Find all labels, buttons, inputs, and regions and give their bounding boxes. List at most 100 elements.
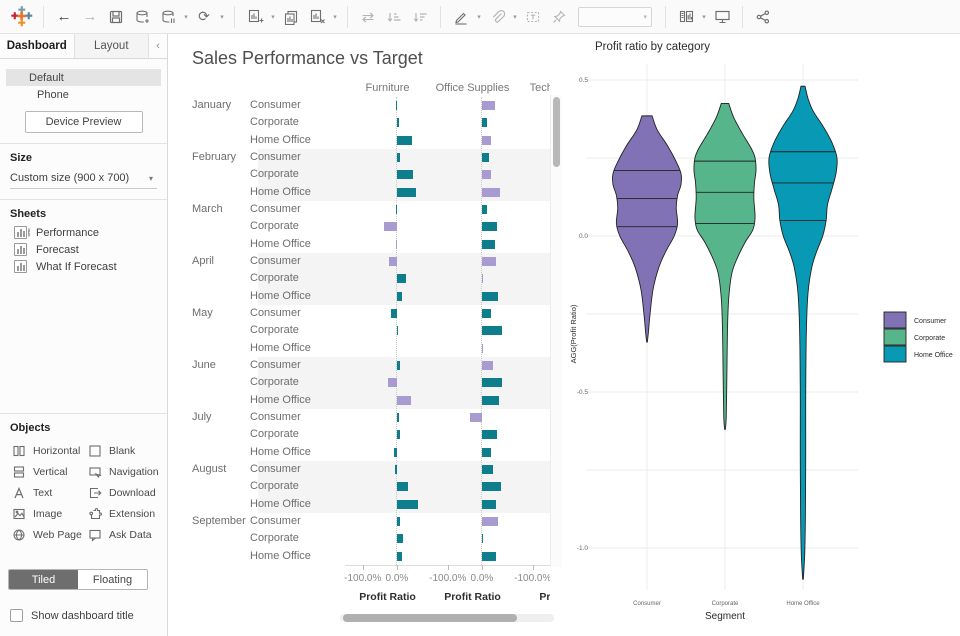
profit-ratio-bar[interactable] <box>396 240 397 249</box>
tiled-button[interactable]: Tiled <box>9 570 78 589</box>
legend-swatch-consumer[interactable] <box>884 312 906 328</box>
object-blank[interactable]: Blank <box>88 442 170 459</box>
profit-ratio-bar[interactable] <box>397 482 409 491</box>
violin-home-office[interactable] <box>769 86 837 579</box>
group-members-caret[interactable]: ▾ <box>510 13 520 21</box>
run-update-caret[interactable]: ▾ <box>217 13 227 21</box>
back-icon[interactable]: ← <box>51 5 77 29</box>
show-hide-cards-caret[interactable]: ▾ <box>699 13 709 21</box>
vertical-scrollbar[interactable] <box>550 95 562 567</box>
profit-ratio-bar[interactable] <box>396 205 397 214</box>
profit-ratio-bar[interactable] <box>482 396 499 405</box>
profit-ratio-bar[interactable] <box>384 222 397 231</box>
sort-descending-icon[interactable] <box>407 5 433 29</box>
profit-ratio-bar[interactable] <box>482 257 496 266</box>
profit-ratio-bar[interactable] <box>396 101 397 110</box>
pause-auto-updates-caret[interactable]: ▾ <box>181 13 191 21</box>
sheet-item-forecast[interactable]: Forecast <box>0 241 167 258</box>
tab-layout[interactable]: Layout <box>75 34 150 58</box>
new-worksheet-icon[interactable] <box>242 5 268 29</box>
run-update-icon[interactable]: ⟳ <box>191 5 217 29</box>
profit-ratio-bar[interactable] <box>397 274 406 283</box>
profit-ratio-bar[interactable] <box>397 153 400 162</box>
device-item-phone[interactable]: Phone <box>6 86 161 103</box>
profit-ratio-bar[interactable] <box>482 222 497 231</box>
profit-ratio-bar[interactable] <box>397 326 398 335</box>
clear-sheet-icon[interactable] <box>304 5 330 29</box>
highlight-icon[interactable] <box>448 5 474 29</box>
profit-ratio-bar[interactable] <box>482 344 483 353</box>
legend-swatch-corporate[interactable] <box>884 329 906 345</box>
profit-ratio-bar[interactable] <box>391 309 397 318</box>
fit-selector[interactable]: ▾ <box>578 7 652 27</box>
profit-ratio-bar[interactable] <box>397 500 418 509</box>
profit-ratio-bar[interactable] <box>482 361 494 370</box>
profit-ratio-bar[interactable] <box>482 326 502 335</box>
profit-ratio-bar[interactable] <box>397 361 400 370</box>
duplicate-sheet-icon[interactable] <box>278 5 304 29</box>
profit-ratio-bar[interactable] <box>482 274 483 283</box>
fix-axes-icon[interactable] <box>546 5 572 29</box>
horizontal-scrollbar-thumb[interactable] <box>343 614 517 622</box>
group-members-icon[interactable] <box>484 5 510 29</box>
profit-ratio-bar[interactable] <box>482 292 498 301</box>
profit-ratio-bar[interactable] <box>482 188 500 197</box>
profit-ratio-bar[interactable] <box>482 153 490 162</box>
profit-ratio-bar[interactable] <box>482 552 496 561</box>
horizontal-scrollbar[interactable] <box>340 614 554 622</box>
object-web-page[interactable]: Web Page <box>12 526 88 543</box>
sheet-item-performance[interactable]: ✓ Performance <box>0 224 167 241</box>
collapse-pane-icon[interactable]: ‹ <box>149 34 167 58</box>
profit-ratio-bar[interactable] <box>482 101 495 110</box>
violin-corporate[interactable] <box>694 103 756 429</box>
forward-icon[interactable]: → <box>77 5 103 29</box>
profit-ratio-bar[interactable] <box>397 534 403 543</box>
object-navigation[interactable]: Navigation <box>88 463 170 480</box>
highlight-caret[interactable]: ▾ <box>474 13 484 21</box>
floating-button[interactable]: Floating <box>78 570 147 589</box>
violin-consumer[interactable] <box>612 116 681 342</box>
swap-rows-columns-icon[interactable]: ⇄ <box>355 5 381 29</box>
size-select[interactable]: Custom size (900 x 700) ▾ <box>10 170 157 189</box>
profit-ratio-bar[interactable] <box>482 309 492 318</box>
profit-ratio-bar[interactable] <box>482 482 501 491</box>
profit-ratio-bar[interactable] <box>388 378 397 387</box>
show-mark-labels-icon[interactable] <box>520 5 546 29</box>
device-preview-button[interactable]: Device Preview <box>25 111 143 133</box>
profit-ratio-bar[interactable] <box>482 534 483 543</box>
profit-ratio-bar[interactable] <box>397 552 402 561</box>
show-hide-cards-icon[interactable] <box>673 5 699 29</box>
new-data-source-icon[interactable] <box>129 5 155 29</box>
legend-swatch-home-office[interactable] <box>884 346 906 362</box>
profit-ratio-bar[interactable] <box>394 448 397 457</box>
save-icon[interactable] <box>103 5 129 29</box>
profit-ratio-bar[interactable] <box>397 188 416 197</box>
profit-ratio-bar[interactable] <box>482 465 493 474</box>
pause-auto-updates-icon[interactable] <box>155 5 181 29</box>
object-horizontal[interactable]: Horizontal <box>12 442 88 459</box>
profit-ratio-bar[interactable] <box>470 413 482 422</box>
profit-ratio-bar[interactable] <box>482 136 491 145</box>
show-dashboard-title-checkbox[interactable] <box>10 609 23 622</box>
profit-ratio-bar[interactable] <box>395 465 397 474</box>
tableau-logo-icon[interactable]: ✚ ✚ ✚ ✚ ✚ <box>10 6 32 28</box>
profit-ratio-bar[interactable] <box>482 517 498 526</box>
profit-ratio-bar[interactable] <box>397 170 413 179</box>
sort-ascending-icon[interactable] <box>381 5 407 29</box>
presentation-mode-icon[interactable] <box>709 5 735 29</box>
object-download[interactable]: Download <box>88 484 170 501</box>
profit-ratio-bar[interactable] <box>397 430 400 439</box>
profit-ratio-bar[interactable] <box>482 240 495 249</box>
profit-ratio-bar[interactable] <box>397 396 411 405</box>
profit-ratio-bar[interactable] <box>482 448 492 457</box>
clear-sheet-caret[interactable]: ▾ <box>330 13 340 21</box>
profit-ratio-bar[interactable] <box>397 292 402 301</box>
object-image[interactable]: Image <box>12 505 88 522</box>
profit-ratio-bar[interactable] <box>482 118 487 127</box>
profit-ratio-bar[interactable] <box>397 136 412 145</box>
profit-ratio-bar[interactable] <box>397 517 400 526</box>
profit-ratio-bar[interactable] <box>482 430 497 439</box>
tab-dashboard[interactable]: Dashboard <box>0 34 75 58</box>
vertical-scrollbar-thumb[interactable] <box>553 97 560 167</box>
sheet-item-what-if-forecast[interactable]: What If Forecast <box>0 258 167 275</box>
